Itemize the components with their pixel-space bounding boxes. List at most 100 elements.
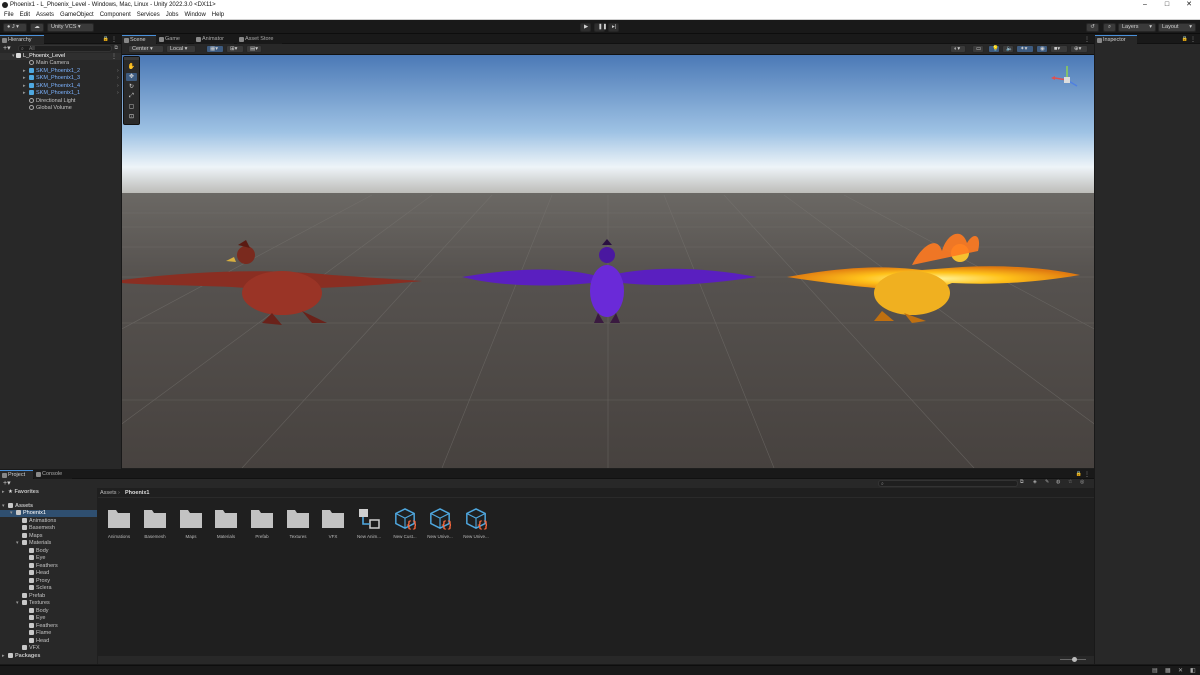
grid-snap-button[interactable]: ▦▾ (206, 45, 224, 53)
chevron-right-icon[interactable]: › (117, 83, 119, 89)
audio-toggle-button[interactable]: 🔈 (1002, 45, 1014, 53)
expand-arrow-icon[interactable]: ▾ (16, 600, 22, 607)
tree-item-materials-sclera[interactable]: Sclera (29, 585, 52, 592)
hierarchy-item-directional-light[interactable]: Directional Light (29, 98, 75, 105)
expand-arrow-icon[interactable]: ▸ (23, 83, 29, 90)
close-button[interactable]: ✕ (1178, 0, 1200, 10)
camera-settings-button[interactable]: ■▾ (1050, 45, 1068, 53)
tree-item-materials-head[interactable]: Head (29, 570, 49, 577)
more-options-icon[interactable]: ⋮ (1084, 471, 1090, 478)
scene-root-row[interactable]: ▾ L_Phoenix_Level (12, 53, 65, 60)
add-icon[interactable]: +▾ (3, 479, 11, 487)
maximize-button[interactable]: □ (1156, 0, 1178, 10)
rect-tool-icon[interactable]: ▢ (126, 103, 137, 111)
progress-icon[interactable]: ▦ (1165, 667, 1171, 674)
tree-item-materials-feathers[interactable]: Feathers (29, 563, 58, 570)
tree-item-basemesh[interactable]: Basemesh (22, 525, 55, 532)
layout-dropdown[interactable]: Layout ▾ (1158, 23, 1196, 32)
space-dropdown[interactable]: Local ▾ (166, 45, 196, 53)
tab-project[interactable]: Project (0, 470, 33, 479)
menu-services[interactable]: Services (137, 12, 160, 18)
scene-viewport[interactable]: ✋ ✥ ↻ ⤢ ▢ ⊡ (122, 55, 1094, 468)
hierarchy-item-phoenix-1[interactable]: ▸ SKM_Phoenix1_1 (23, 90, 80, 97)
expand-arrow-icon[interactable]: ▸ (23, 90, 29, 97)
hierarchy-item-main-camera[interactable]: Main Camera (29, 60, 69, 67)
hierarchy-search-input[interactable]: ⌕ All (18, 45, 112, 52)
rotate-tool-icon[interactable]: ↻ (126, 83, 137, 91)
minimize-button[interactable]: ‒ (1134, 0, 1156, 10)
add-icon[interactable]: +▾ (3, 44, 11, 52)
tab-scene[interactable]: Scene (122, 35, 156, 44)
hidden-objects-button[interactable]: ◉ (1036, 45, 1048, 53)
package-visibility-icon[interactable]: ◍ (1056, 479, 1060, 485)
breadcrumb-phoenix1[interactable]: Phoenix1 (125, 490, 149, 496)
tab-game[interactable]: Game (157, 35, 187, 44)
breadcrumb-assets[interactable]: Assets (100, 490, 117, 496)
hierarchy-item-global-volume[interactable]: Global Volume (29, 105, 72, 112)
menu-window[interactable]: Window (184, 12, 205, 18)
hierarchy-item-phoenix-2[interactable]: ▸ SKM_Phoenix1_2 (23, 68, 80, 75)
2d-toggle-button[interactable]: ▭ (972, 45, 984, 53)
assets-root-row[interactable]: ▾ Assets (2, 503, 33, 510)
build-icon[interactable]: ◧ (1190, 667, 1196, 674)
tree-item-textures-feathers[interactable]: Feathers (29, 623, 58, 630)
console-icon[interactable]: ▤ (1152, 667, 1158, 674)
tree-item-animations[interactable]: Animations (22, 518, 56, 525)
tree-item-maps[interactable]: Maps (22, 533, 42, 540)
search-by-type-icon[interactable]: ⧉ (1020, 479, 1024, 485)
tab-animator[interactable]: Animator (194, 35, 234, 44)
tab-console[interactable]: Console (34, 470, 72, 479)
chevron-right-icon[interactable]: › (117, 75, 119, 81)
lock-icon[interactable]: 🔒 (103, 36, 109, 42)
grid-visibility-button[interactable]: ▤▾ (246, 45, 262, 53)
search-button[interactable]: ⌕ (1103, 23, 1116, 32)
pivot-dropdown[interactable]: Center ▾ (128, 45, 164, 53)
tree-item-materials-eye[interactable]: Eye (29, 555, 45, 562)
expand-arrow-icon[interactable]: ▸ (2, 489, 8, 496)
favorites-row[interactable]: ▸ ★ Favorites (2, 489, 39, 496)
lock-icon[interactable]: 🔒 (1076, 471, 1082, 477)
draw-mode-button[interactable]: ◐▾ (950, 45, 966, 53)
effects-toggle-button[interactable]: ✦▾ (1016, 45, 1034, 53)
tab-hierarchy[interactable]: Hierarchy (0, 35, 44, 44)
more-options-icon[interactable]: ⋮ (1190, 36, 1196, 43)
menu-file[interactable]: File (4, 12, 14, 18)
vcs-button[interactable]: Unity VCS ▾ (47, 23, 94, 32)
menu-assets[interactable]: Assets (36, 12, 54, 18)
tool-palette-handle[interactable] (124, 57, 139, 60)
filter-icon[interactable]: ⧉ (114, 45, 118, 51)
favorite-star-icon[interactable]: ☆ (1068, 479, 1072, 485)
tree-item-textures-head[interactable]: Head (29, 638, 49, 645)
transform-tool-icon[interactable]: ⊡ (126, 113, 137, 121)
tree-item-phoenix1[interactable]: ▾ Phoenix1 (10, 510, 46, 517)
search-by-label-icon[interactable]: ◈ (1033, 479, 1037, 485)
expand-arrow-icon[interactable]: ▸ (2, 653, 8, 660)
chevron-right-icon[interactable]: › (117, 68, 119, 74)
tree-item-materials-body[interactable]: Body (29, 548, 49, 555)
tree-item-vfx[interactable]: VFX (22, 645, 40, 652)
scale-tool-icon[interactable]: ⤢ (126, 93, 137, 101)
expand-arrow-icon[interactable]: ▾ (12, 53, 18, 60)
tab-asset-store[interactable]: Asset Store (237, 35, 282, 44)
expand-arrow-icon[interactable]: ▾ (16, 540, 22, 547)
tab-inspector[interactable]: Inspector (1095, 35, 1137, 44)
tree-item-textures[interactable]: ▾ Textures (16, 600, 50, 607)
menu-help[interactable]: Help (212, 12, 224, 18)
lock-icon[interactable]: 🔒 (1182, 36, 1188, 42)
hidden-packages-icon[interactable]: ◎ (1080, 479, 1084, 485)
tree-item-prefab[interactable]: Prefab (22, 593, 45, 600)
menu-jobs[interactable]: Jobs (166, 12, 179, 18)
play-button[interactable]: ▶ (580, 23, 591, 32)
tree-item-materials-proxy[interactable]: Proxy (29, 578, 50, 585)
tree-item-materials[interactable]: ▾ Materials (16, 540, 51, 547)
debug-mode-icon[interactable]: ✕ (1178, 667, 1183, 674)
menu-gameobject[interactable]: GameObject (60, 12, 94, 18)
hierarchy-item-phoenix-4[interactable]: ▸ SKM_Phoenix1_4 (23, 83, 80, 90)
chevron-right-icon[interactable]: › (117, 90, 119, 96)
more-options-icon[interactable]: ⋮ (1084, 36, 1090, 43)
hierarchy-item-phoenix-3[interactable]: ▸ SKM_Phoenix1_3 (23, 75, 80, 82)
tree-item-textures-flame[interactable]: Flame (29, 630, 51, 637)
menu-component[interactable]: Component (100, 12, 131, 18)
expand-arrow-icon[interactable]: ▸ (23, 68, 29, 75)
snap-increment-button[interactable]: ⊞▾ (226, 45, 244, 53)
